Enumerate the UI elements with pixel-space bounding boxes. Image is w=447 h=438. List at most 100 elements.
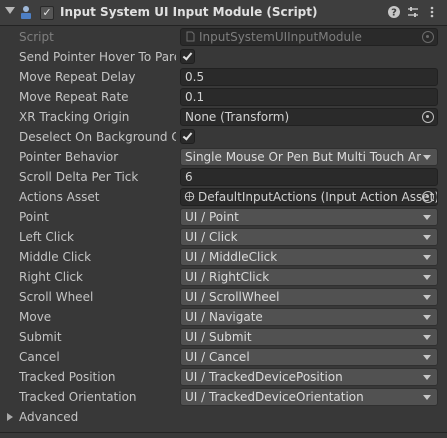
pointer-behavior-value: Single Mouse Or Pen But Multi Touch And …: [185, 150, 421, 164]
xr-tracking-origin-label: XR Tracking Origin: [19, 110, 130, 124]
action-label: Submit: [19, 330, 62, 344]
help-icon[interactable]: ?: [386, 5, 402, 21]
action-label: Middle Click: [19, 250, 92, 264]
object-picker-icon[interactable]: [422, 111, 434, 123]
action-label: Tracked Orientation: [19, 390, 137, 404]
advanced-label: Advanced: [19, 410, 79, 424]
action-label: Tracked Position: [19, 370, 116, 384]
action-dropdown[interactable]: UI / ScrollWheel: [180, 288, 438, 306]
xr-tracking-origin-field[interactable]: None (Transform): [180, 108, 438, 126]
action-value: UI / MiddleClick: [185, 250, 278, 264]
action-label: Scroll Wheel: [19, 290, 94, 304]
pointer-behavior-label: Pointer Behavior: [19, 150, 119, 164]
action-dropdown[interactable]: UI / Cancel: [180, 348, 438, 366]
dropdown-arrow-icon: [423, 375, 431, 380]
scroll-delta-label: Scroll Delta Per Tick: [19, 170, 139, 184]
dropdown-arrow-icon: [423, 155, 431, 160]
preset-sliders-icon[interactable]: [405, 5, 421, 21]
advanced-foldout[interactable]: Advanced: [0, 407, 447, 427]
action-value: UI / TrackedDevicePosition: [185, 370, 343, 384]
actions-asset-field[interactable]: DefaultInputActions (Input Action Asset): [180, 188, 438, 206]
action-label: Cancel: [19, 350, 60, 364]
action-row-middle-click: Middle Click UI / MiddleClick: [0, 247, 447, 267]
action-label: Right Click: [19, 270, 84, 284]
action-row-tracked-orientation: Tracked Orientation UI / TrackedDeviceOr…: [0, 387, 447, 407]
action-dropdown[interactable]: UI / TrackedDevicePosition: [180, 368, 438, 386]
actions-asset-row: Actions Asset DefaultInputActions (Input…: [0, 187, 447, 207]
checkmark-icon: [182, 50, 193, 61]
deselect-on-background-label: Deselect On Background Click: [19, 130, 176, 144]
svg-text:?: ?: [391, 8, 397, 19]
action-value: UI / RightClick: [185, 270, 270, 284]
move-repeat-rate-field[interactable]: 0.1: [180, 88, 438, 106]
script-field: InputSystemUIInputModule: [180, 28, 438, 46]
action-row-move: Move UI / Navigate: [0, 307, 447, 327]
xr-tracking-origin-row: XR Tracking Origin None (Transform): [0, 107, 447, 127]
dropdown-arrow-icon: [423, 235, 431, 240]
pointer-behavior-row: Pointer Behavior Single Mouse Or Pen But…: [0, 147, 447, 167]
action-row-tracked-position: Tracked Position UI / TrackedDevicePosit…: [0, 367, 447, 387]
dropdown-arrow-icon: [423, 255, 431, 260]
action-row-left-click: Left Click UI / Click: [0, 227, 447, 247]
action-dropdown[interactable]: UI / Submit: [180, 328, 438, 346]
action-value: UI / Cancel: [185, 350, 250, 364]
scroll-delta-field[interactable]: 6: [180, 168, 438, 186]
script-component-icon: [21, 6, 31, 19]
action-value: UI / Click: [185, 230, 238, 244]
component-enabled-checkbox[interactable]: ✓: [40, 6, 54, 20]
action-dropdown[interactable]: UI / RightClick: [180, 268, 438, 286]
action-dropdown[interactable]: UI / Point: [180, 208, 438, 226]
action-dropdown[interactable]: UI / Navigate: [180, 308, 438, 326]
script-file-icon: [186, 31, 195, 42]
action-value: UI / ScrollWheel: [185, 290, 280, 304]
action-row-cancel: Cancel UI / Cancel: [0, 347, 447, 367]
object-picker-icon: [422, 31, 434, 43]
move-repeat-rate-row: Move Repeat Rate 0.1: [0, 87, 447, 107]
input-action-asset-icon: [184, 191, 195, 202]
action-value: UI / Navigate: [185, 310, 263, 324]
component-header[interactable]: ✓ Input System UI Input Module (Script) …: [0, 0, 447, 26]
move-repeat-rate-label: Move Repeat Rate: [19, 90, 129, 104]
move-repeat-delay-label: Move Repeat Delay: [19, 70, 136, 84]
action-dropdown[interactable]: UI / Click: [180, 228, 438, 246]
send-pointer-hover-checkbox[interactable]: [180, 49, 195, 64]
move-repeat-delay-row: Move Repeat Delay 0.5: [0, 67, 447, 87]
action-row-submit: Submit UI / Submit: [0, 327, 447, 347]
component-title: Input System UI Input Module (Script): [60, 5, 318, 19]
action-value: UI / Submit: [185, 330, 252, 344]
dropdown-arrow-icon: [423, 275, 431, 280]
dropdown-arrow-icon: [423, 335, 431, 340]
action-row-scroll-wheel: Scroll Wheel UI / ScrollWheel: [0, 287, 447, 307]
dropdown-arrow-icon: [423, 215, 431, 220]
script-value: InputSystemUIInputModule: [199, 30, 362, 44]
foldout-arrow-icon[interactable]: [5, 7, 15, 14]
action-label: Left Click: [19, 230, 74, 244]
dropdown-arrow-icon: [423, 315, 431, 320]
foldout-arrow-icon[interactable]: [7, 413, 13, 421]
actions-asset-value: DefaultInputActions (Input Action Asset): [198, 190, 438, 204]
scroll-delta-row: Scroll Delta Per Tick 6: [0, 167, 447, 187]
script-label: Script: [19, 30, 54, 44]
dropdown-arrow-icon: [423, 395, 431, 400]
action-row-right-click: Right Click UI / RightClick: [0, 267, 447, 287]
component-divider: [0, 432, 447, 433]
object-picker-icon[interactable]: [422, 191, 434, 203]
context-menu-icon[interactable]: [424, 5, 440, 21]
pointer-behavior-dropdown[interactable]: Single Mouse Or Pen But Multi Touch And …: [180, 148, 438, 166]
action-dropdown[interactable]: UI / TrackedDeviceOrientation: [180, 388, 438, 406]
action-row-point: Point UI / Point: [0, 207, 447, 227]
dropdown-arrow-icon: [423, 295, 431, 300]
action-dropdown[interactable]: UI / MiddleClick: [180, 248, 438, 266]
checkmark-icon: [182, 130, 193, 141]
send-pointer-hover-row: Send Pointer Hover To Parent: [0, 47, 447, 67]
move-repeat-delay-field[interactable]: 0.5: [180, 68, 438, 86]
deselect-on-background-checkbox[interactable]: [180, 129, 195, 144]
action-value: UI / Point: [185, 210, 239, 224]
action-value: UI / TrackedDeviceOrientation: [185, 390, 364, 404]
deselect-on-background-row: Deselect On Background Click: [0, 127, 447, 147]
send-pointer-hover-label: Send Pointer Hover To Parent: [19, 50, 176, 64]
action-label: Move: [19, 310, 52, 324]
actions-asset-label: Actions Asset: [19, 190, 100, 204]
action-label: Point: [19, 210, 49, 224]
dropdown-arrow-icon: [423, 355, 431, 360]
